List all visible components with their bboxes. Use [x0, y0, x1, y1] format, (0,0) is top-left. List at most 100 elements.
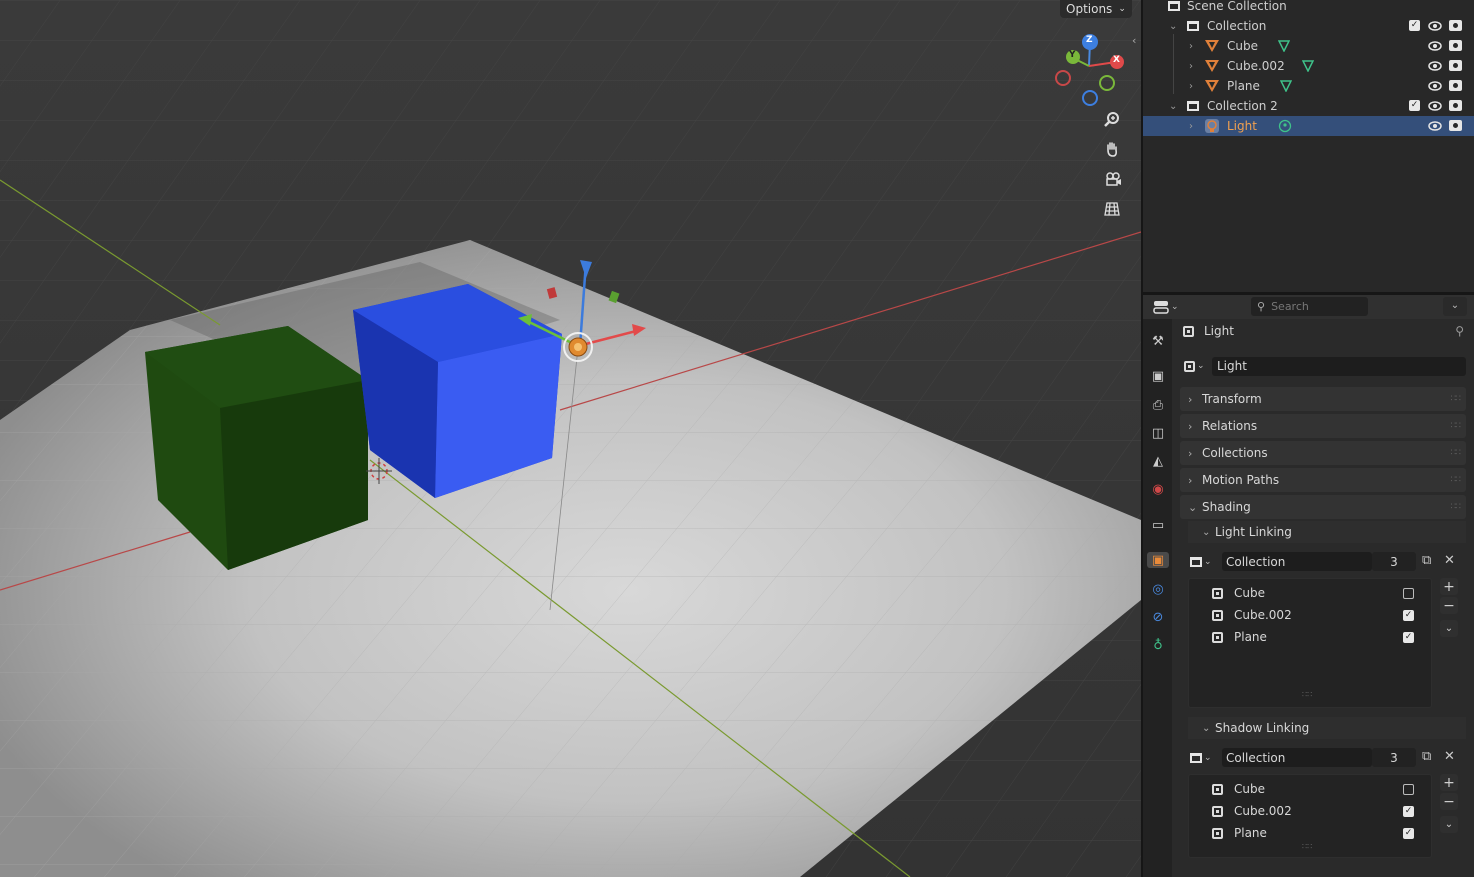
zoom-icon[interactable] [1104, 111, 1132, 139]
eye-icon[interactable] [1428, 79, 1442, 93]
view-layer-tab-icon[interactable]: ◫ [1150, 425, 1166, 441]
object-name-field[interactable]: Light [1212, 356, 1466, 376]
editor-type-dropdown[interactable]: ⌄ [1153, 299, 1183, 315]
include-checkbox[interactable]: ✓ [1403, 827, 1414, 839]
shadow-linking-item-cube-002[interactable]: Cube.002 ✓ [1212, 801, 1422, 821]
close-icon[interactable]: ✕ [1444, 749, 1455, 764]
exclude-checkbox[interactable]: ✓ [1409, 100, 1420, 111]
shadow-linking-collection-field[interactable]: Collection [1222, 748, 1372, 767]
mesh-data-icon[interactable] [1278, 40, 1290, 52]
light-data-tab-icon[interactable]: ♁ [1150, 637, 1166, 653]
collection-browse-icon[interactable]: ⌄ [1190, 553, 1220, 571]
outliner-row-scene-collection[interactable]: Scene Collection [1143, 0, 1474, 16]
object-tab-icon[interactable]: ▣ [1147, 552, 1169, 568]
chevron-right-icon[interactable]: › [1189, 41, 1193, 52]
pin-icon[interactable]: ⚲ [1455, 324, 1464, 338]
gizmo-y-label[interactable]: Y [1069, 50, 1076, 60]
panel-shading[interactable]: ⌄ Shading ∷∷ [1180, 495, 1466, 519]
close-icon[interactable]: ✕ [1444, 553, 1455, 568]
chevron-right-icon[interactable]: › [1189, 61, 1193, 72]
shadow-linking-item-cube[interactable]: Cube [1212, 779, 1422, 799]
output-tab-icon[interactable]: ⎙ [1150, 397, 1166, 413]
list-resize-grip-icon[interactable]: ∷∷ [1302, 842, 1312, 851]
object-datablock-selector[interactable]: ⌄ Light [1180, 356, 1466, 376]
list-menu-button[interactable]: ⌄ [1440, 620, 1458, 637]
render-tab-icon[interactable]: ▣ [1150, 368, 1166, 384]
options-chevron-button[interactable]: ⌄ [1443, 297, 1467, 316]
camera-render-icon[interactable] [1449, 120, 1462, 131]
mesh-data-icon[interactable] [1302, 60, 1314, 72]
drag-handle-icon[interactable]: ∷∷ [1451, 475, 1462, 485]
outliner-row-cube[interactable]: › Cube [1143, 36, 1474, 56]
light-linking-item-plane[interactable]: Plane ✓ [1212, 627, 1422, 647]
list-resize-grip-icon[interactable]: ∷∷ [1302, 690, 1312, 699]
outliner-row-plane[interactable]: › Plane [1143, 76, 1474, 96]
light-linking-collection-field[interactable]: Collection [1222, 552, 1372, 571]
collection-browse-icon[interactable]: ⌄ [1190, 749, 1220, 767]
include-checkbox[interactable]: ✓ [1403, 631, 1414, 643]
duplicate-icon[interactable]: ⧉ [1422, 553, 1431, 568]
shadow-linking-item-plane[interactable]: Plane ✓ [1212, 823, 1422, 843]
light-data-icon[interactable] [1278, 119, 1292, 133]
outliner-row-collection[interactable]: ⌄ Collection ✓ [1143, 16, 1474, 36]
chevron-right-icon[interactable]: › [1189, 81, 1193, 92]
subpanel-shadow-linking[interactable]: ⌄ Shadow Linking [1188, 717, 1466, 739]
include-checkbox[interactable]: ✓ [1403, 805, 1414, 817]
collapse-arrow-icon[interactable]: ‹ [1132, 34, 1136, 47]
eye-icon[interactable] [1428, 39, 1442, 53]
include-checkbox[interactable] [1403, 783, 1414, 795]
chevron-down-icon[interactable]: ⌄ [1169, 21, 1177, 32]
camera-render-icon[interactable] [1449, 80, 1462, 91]
grid-view-icon[interactable] [1104, 201, 1132, 229]
camera-render-icon[interactable] [1449, 40, 1462, 51]
panel-collections[interactable]: › Collections ∷∷ [1180, 441, 1466, 465]
collection-tab-icon[interactable]: ▭ [1150, 517, 1166, 533]
light-linking-item-cube[interactable]: Cube [1212, 583, 1422, 603]
drag-handle-icon[interactable]: ∷∷ [1451, 394, 1462, 404]
light-linking-user-count[interactable]: 3 [1372, 552, 1416, 571]
add-item-button[interactable]: + [1440, 774, 1458, 791]
outliner-row-collection-2[interactable]: ⌄ Collection 2 ✓ [1143, 96, 1474, 116]
object-browse-icon[interactable]: ⌄ [1184, 360, 1212, 372]
eye-icon[interactable] [1428, 119, 1442, 133]
panel-relations[interactable]: › Relations ∷∷ [1180, 414, 1466, 438]
remove-item-button[interactable]: − [1440, 597, 1458, 614]
subpanel-light-linking[interactable]: ⌄ Light Linking [1188, 521, 1466, 543]
eye-icon[interactable] [1428, 19, 1442, 33]
camera-render-icon[interactable] [1449, 20, 1462, 31]
mesh-data-icon[interactable] [1280, 80, 1292, 92]
panel-motion-paths[interactable]: › Motion Paths ∷∷ [1180, 468, 1466, 492]
tool-tab-icon[interactable]: ⚒ [1150, 333, 1166, 349]
properties-search[interactable]: ⚲ Search [1251, 297, 1368, 316]
gizmo-z-label[interactable]: Z [1086, 35, 1093, 45]
exclude-checkbox[interactable]: ✓ [1409, 20, 1420, 31]
light-linking-item-cube-002[interactable]: Cube.002 ✓ [1212, 605, 1422, 625]
chevron-down-icon[interactable]: ⌄ [1169, 101, 1177, 112]
options-dropdown[interactable]: Options ⌄ [1060, 0, 1132, 18]
panel-transform[interactable]: › Transform ∷∷ [1180, 387, 1466, 411]
camera-icon[interactable] [1104, 171, 1132, 199]
remove-item-button[interactable]: − [1440, 793, 1458, 810]
camera-render-icon[interactable] [1449, 100, 1462, 111]
3d-viewport[interactable]: Z X Y ‹ Options ⌄ [0, 0, 1141, 877]
shadow-linking-user-count[interactable]: 3 [1372, 748, 1416, 767]
camera-render-icon[interactable] [1449, 60, 1462, 71]
add-item-button[interactable]: + [1440, 578, 1458, 595]
world-tab-icon[interactable]: ◉ [1150, 481, 1166, 497]
include-checkbox[interactable] [1403, 587, 1414, 599]
eye-icon[interactable] [1428, 59, 1442, 73]
chevron-right-icon[interactable]: › [1189, 121, 1193, 132]
list-menu-button[interactable]: ⌄ [1440, 816, 1458, 833]
drag-handle-icon[interactable]: ∷∷ [1451, 448, 1462, 458]
duplicate-icon[interactable]: ⧉ [1422, 749, 1431, 764]
eye-icon[interactable] [1428, 99, 1442, 113]
outliner[interactable]: Scene Collection ⌄ Collection ✓ › Cube ›… [1143, 0, 1474, 292]
physics-tab-icon[interactable]: ◎ [1150, 581, 1166, 597]
constraints-tab-icon[interactable]: ⊘ [1150, 609, 1166, 625]
include-checkbox[interactable]: ✓ [1403, 609, 1414, 621]
drag-handle-icon[interactable]: ∷∷ [1451, 502, 1462, 512]
scene-tab-icon[interactable]: ◭ [1150, 453, 1166, 469]
outliner-row-light[interactable]: › Light [1143, 116, 1474, 136]
outliner-row-cube-002[interactable]: › Cube.002 [1143, 56, 1474, 76]
drag-handle-icon[interactable]: ∷∷ [1451, 421, 1462, 431]
